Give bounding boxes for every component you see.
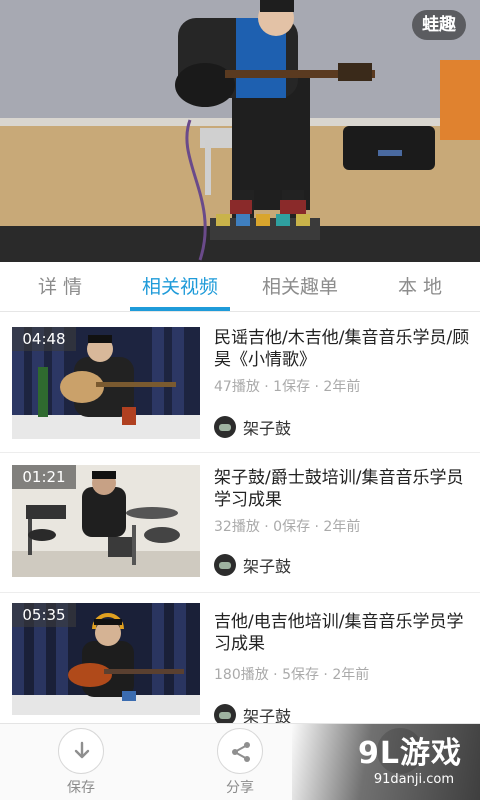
uploader[interactable]: 架子鼓 — [214, 415, 291, 439]
watermark-url: 91danji.com — [373, 772, 454, 787]
video-frame-image — [0, 0, 480, 262]
save-button[interactable]: 保存 — [51, 728, 111, 797]
download-icon — [58, 728, 104, 774]
brand-badge: 蛙趣 — [412, 10, 466, 40]
video-list-item[interactable]: 05:35 吉他/电吉他培训/集音音乐学员学习成果 180播放 · 5保存 · … — [0, 593, 480, 723]
video-duration: 04:48 — [12, 327, 76, 351]
video-stats: 180播放 · 5保存 · 2年前 — [214, 667, 370, 683]
tab-local[interactable]: 本 地 — [360, 262, 480, 311]
uploader-avatar — [214, 416, 236, 438]
uploader-avatar — [214, 554, 236, 576]
save-label: 保存 — [67, 780, 95, 796]
share-button[interactable]: 分享 — [210, 728, 270, 797]
video-stats: 32播放 · 0保存 · 2年前 — [214, 519, 361, 535]
tab-related-playlists[interactable]: 相关趣单 — [240, 262, 360, 311]
uploader-name: 架子鼓 — [243, 557, 292, 576]
watermark-logo: 9L游戏 — [358, 736, 462, 771]
uploader-avatar — [214, 704, 236, 723]
video-title[interactable]: 吉他/电吉他培训/集音音乐学员学习成果 — [214, 611, 472, 655]
share-label: 分享 — [226, 780, 254, 796]
video-thumbnail[interactable]: 01:21 — [12, 465, 200, 577]
video-title[interactable]: 民谣吉他/木吉他/集音音乐学员/顾昊《小情歌》 — [214, 327, 472, 371]
video-duration: 05:35 — [12, 603, 76, 627]
video-list-item[interactable]: 01:21 架子鼓/爵士鼓培训/集音音乐学员学习成果 32播放 · 0保存 · … — [0, 453, 480, 593]
video-title[interactable]: 架子鼓/爵士鼓培训/集音音乐学员学习成果 — [214, 467, 472, 511]
tab-related-videos[interactable]: 相关视频 — [120, 262, 240, 311]
uploader[interactable]: 架子鼓 — [214, 703, 291, 723]
share-icon — [217, 728, 263, 774]
uploader[interactable]: 架子鼓 — [214, 553, 291, 577]
video-list-item[interactable]: 04:48 民谣吉他/木吉他/集音音乐学员/顾昊《小情歌》 47播放 · 1保存… — [0, 313, 480, 453]
video-player[interactable]: 蛙趣 — [0, 0, 480, 262]
site-watermark: 9L游戏 91danji.com — [292, 724, 480, 800]
video-stats: 47播放 · 1保存 · 2年前 — [214, 379, 361, 395]
related-video-list[interactable]: 04:48 民谣吉他/木吉他/集音音乐学员/顾昊《小情歌》 47播放 · 1保存… — [0, 313, 480, 723]
tab-bar: 详 情 相关视频 相关趣单 本 地 — [0, 262, 480, 312]
tab-details[interactable]: 详 情 — [0, 262, 120, 311]
video-thumbnail[interactable]: 05:35 — [12, 603, 200, 715]
video-thumbnail[interactable]: 04:48 — [12, 327, 200, 439]
uploader-name: 架子鼓 — [243, 419, 292, 438]
uploader-name: 架子鼓 — [243, 707, 292, 723]
video-duration: 01:21 — [12, 465, 76, 489]
